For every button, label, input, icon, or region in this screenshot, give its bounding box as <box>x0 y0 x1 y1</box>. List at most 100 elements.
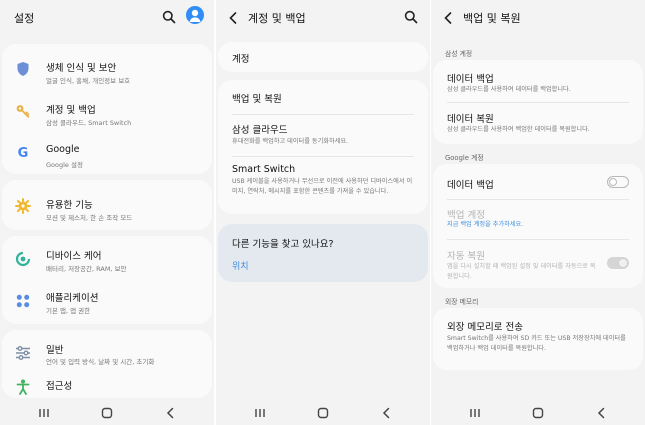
settings-card-accounts: 생체 인식 및 보안 얼굴 인식, 홍채, 개인정보 보호 계정 및 백업 삼성… <box>2 44 212 174</box>
back-icon[interactable] <box>593 406 609 420</box>
home-icon[interactable] <box>99 406 115 420</box>
home-icon[interactable] <box>530 406 546 420</box>
settings-item-summary: Google 설정 <box>46 161 83 169</box>
external-storage-card: 외장 메모리로 전송 Smart Switch를 사용하여 SD 카드 또는 U… <box>433 308 643 370</box>
restore-data-summary: 삼성 클라우드를 사용하여 백업한 데이터를 복원합니다. <box>447 126 590 133</box>
settings-item-apps[interactable]: 애플리케이션 기본 앱, 앱 권한 <box>2 280 212 322</box>
settings-item-summary: 얼굴 인식, 홍채, 개인정보 보호 <box>46 77 131 85</box>
screenshots-row: 설정 생체 인식 및 보안 얼굴 인식, 홍채, 개인정보 보호 계정 및 백업… <box>0 0 645 425</box>
auto-restore-toggle[interactable] <box>607 257 629 269</box>
back-arrow-icon[interactable] <box>443 11 453 25</box>
navigation-bar <box>431 400 645 425</box>
backup-data-title: 데이터 백업 <box>447 74 494 85</box>
backup-account-title: 백업 계정 <box>447 210 485 221</box>
accounts-card: 계정 <box>218 42 428 72</box>
samsung-restore-data-item[interactable]: 데이터 복원 삼성 클라우드를 사용하여 백업한 데이터를 복원합니다. <box>433 103 643 143</box>
settings-item-label: Google <box>46 144 80 155</box>
settings-item-summary: 배터리, 저장공간, RAM, 보안 <box>46 265 127 273</box>
navigation-bar <box>0 400 214 425</box>
back-arrow-icon[interactable] <box>228 11 238 25</box>
toggle-knob <box>609 178 617 186</box>
backup-account-summary: 지금 백업 계정을 추가하세요. <box>447 221 524 228</box>
settings-item-accounts-backup[interactable]: 계정 및 백업 삼성 클라우드, Smart Switch <box>2 90 212 130</box>
settings-card-device: 디바이스 케어 배터리, 저장공간, RAM, 보안 애플리케이션 기본 앱, … <box>2 236 212 324</box>
settings-item-summary: 삼성 클라우드, Smart Switch <box>46 119 132 127</box>
profile-avatar-icon[interactable] <box>186 6 204 24</box>
back-icon[interactable] <box>162 406 178 420</box>
settings-item-device-care[interactable]: 디바이스 케어 배터리, 저장공간, RAM, 보안 <box>2 238 212 280</box>
accessibility-icon <box>14 378 32 396</box>
apps-icon <box>14 292 32 310</box>
navigation-bar <box>216 400 430 425</box>
shield-icon <box>14 60 32 78</box>
toggle-knob <box>618 258 628 268</box>
settings-item-summary: 언어 및 입력 방식, 날짜 및 시간, 초기화 <box>46 358 155 366</box>
accounts-item[interactable]: 계정 <box>232 51 249 65</box>
general-management-icon <box>14 344 32 362</box>
accounts-backup-header: 계정 및 백업 <box>216 0 430 36</box>
advanced-features-icon <box>14 197 32 215</box>
settings-item-accessibility[interactable]: 접근성 <box>2 370 212 396</box>
settings-item-biometrics[interactable]: 생체 인식 및 보안 얼굴 인식, 홍채, 개인정보 보호 <box>2 48 212 88</box>
settings-item-label: 애플리케이션 <box>46 293 99 304</box>
settings-item-label: 일반 <box>46 345 64 356</box>
divider <box>232 156 414 157</box>
samsung-cloud-summary: 휴대전화를 백업하고 데이터를 동기화하세요. <box>232 138 349 145</box>
settings-item-advanced-features[interactable]: 유용한 기능 모션 및 제스처, 한 손 조작 모드 <box>2 184 212 226</box>
key-icon <box>14 102 32 120</box>
google-account-card: 데이터 백업 백업 계정 지금 백업 계정을 추가하세요. 자동 복원 앱을 다… <box>433 164 643 288</box>
backup-restore-header: 백업 및 복원 <box>431 0 645 36</box>
settings-card-general: 일반 언어 및 입력 방식, 날짜 및 시간, 초기화 접근성 <box>2 330 212 398</box>
auto-restore-summary: 앱을 다시 설치할 때 백업된 설정 및 데이터를 자동으로 복원합니다. <box>447 263 596 280</box>
settings-item-summary: 기본 앱, 앱 권한 <box>46 307 91 315</box>
page-title: 설정 <box>14 12 35 25</box>
section-header-samsung: 삼성 계정 <box>445 50 473 58</box>
external-transfer-item[interactable]: 외장 메모리로 전송 Smart Switch를 사용하여 SD 카드 또는 U… <box>433 310 643 368</box>
back-icon[interactable] <box>378 406 394 420</box>
restore-data-title: 데이터 복원 <box>447 114 494 125</box>
backup-data-summary: 삼성 클라우드를 사용하여 데이터를 백업합니다. <box>447 86 571 93</box>
samsung-account-card: 데이터 백업 삼성 클라우드를 사용하여 데이터를 백업합니다. 데이터 복원 … <box>433 60 643 144</box>
google-backup-toggle[interactable] <box>607 176 629 188</box>
auto-restore-item[interactable]: 자동 복원 앱을 다시 설치할 때 백업된 설정 및 데이터를 자동으로 복원합… <box>433 240 643 286</box>
accounts-backup-screen: 계정 및 백업 계정 백업 및 복원 삼성 클라우드 휴대전화를 백업하고 데이… <box>216 0 430 425</box>
recents-icon[interactable] <box>467 406 483 420</box>
settings-item-label: 계정 및 백업 <box>46 105 96 116</box>
backup-options-card: 백업 및 복원 삼성 클라우드 휴대전화를 백업하고 데이터를 동기화하세요. … <box>218 80 428 214</box>
google-backup-title: 데이터 백업 <box>447 180 494 191</box>
settings-item-label: 디바이스 케어 <box>46 251 102 262</box>
settings-item-label: 생체 인식 및 보안 <box>46 63 117 74</box>
smart-switch-title: Smart Switch <box>232 164 296 175</box>
settings-item-summary: 모션 및 제스처, 한 손 조작 모드 <box>46 214 133 222</box>
help-title: 다른 기능을 찾고 있나요? <box>232 239 334 250</box>
backup-restore-item[interactable]: 백업 및 복원 <box>232 91 282 105</box>
smart-switch-item[interactable]: Smart Switch USB 케이블을 사용하거나 무선으로 이전에 사용하… <box>218 158 428 212</box>
location-link[interactable]: 위치 <box>232 259 249 272</box>
recents-icon[interactable] <box>252 406 268 420</box>
settings-item-label: 유용한 기능 <box>46 200 93 211</box>
google-backup-data-item[interactable]: 데이터 백업 <box>433 166 643 198</box>
device-care-icon <box>14 250 32 268</box>
divider <box>232 114 414 115</box>
settings-item-label: 접근성 <box>46 381 73 392</box>
recents-icon[interactable] <box>36 406 52 420</box>
google-icon: G <box>17 145 29 161</box>
auto-restore-title: 자동 복원 <box>447 251 485 262</box>
samsung-cloud-title: 삼성 클라우드 <box>232 125 288 136</box>
settings-item-general-management[interactable]: 일반 언어 및 입력 방식, 날짜 및 시간, 초기화 <box>2 334 212 368</box>
smart-switch-summary: USB 케이블을 사용하거나 무선으로 이전에 사용하던 디바이스에서 이미지,… <box>232 178 413 195</box>
settings-card-features: 유용한 기능 모션 및 제스처, 한 손 조작 모드 <box>2 180 212 230</box>
help-suggestion-card: 다른 기능을 찾고 있나요? 위치 <box>218 224 428 282</box>
external-transfer-summary: Smart Switch를 사용하여 SD 카드 또는 USB 저장장치에 데이… <box>447 335 626 352</box>
settings-header: 설정 <box>0 0 214 36</box>
search-icon[interactable] <box>404 9 418 24</box>
home-icon[interactable] <box>315 406 331 420</box>
samsung-cloud-item[interactable]: 삼성 클라우드 휴대전화를 백업하고 데이터를 동기화하세요. <box>218 116 428 156</box>
external-transfer-title: 외장 메모리로 전송 <box>447 322 523 333</box>
section-header-google: Google 계정 <box>445 154 484 162</box>
page-title: 계정 및 백업 <box>248 12 306 25</box>
search-icon[interactable] <box>162 9 176 24</box>
samsung-backup-data-item[interactable]: 데이터 백업 삼성 클라우드를 사용하여 데이터를 백업합니다. <box>433 62 643 102</box>
settings-item-google[interactable]: G Google Google 설정 <box>2 132 212 172</box>
backup-account-item[interactable]: 백업 계정 지금 백업 계정을 추가하세요. <box>433 200 643 238</box>
